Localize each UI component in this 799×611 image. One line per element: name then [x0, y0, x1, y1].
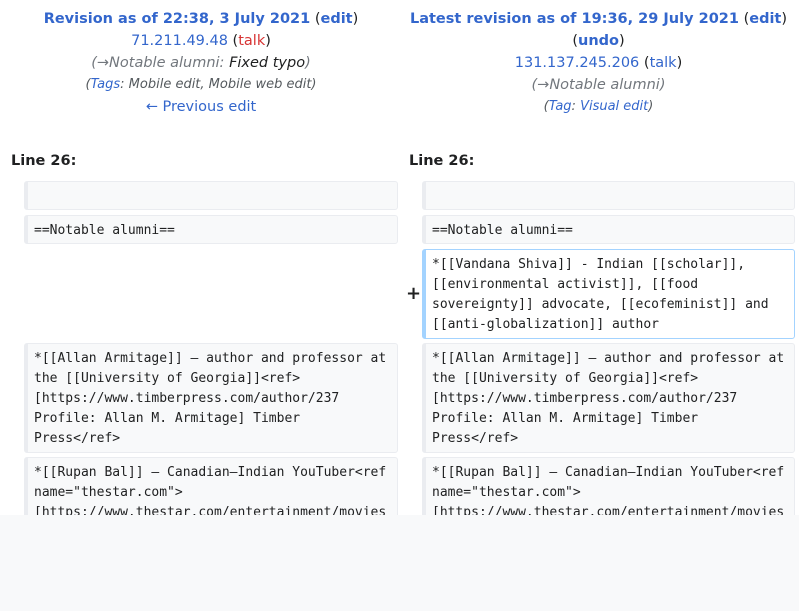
left-context-blank	[24, 181, 398, 210]
left-tags: (Tags: Mobile edit, Mobile web edit)	[85, 77, 317, 92]
left-summary-text: Fixed typo	[229, 55, 306, 71]
added-line-marker: +	[406, 283, 422, 304]
right-context-blank	[422, 181, 795, 210]
right-context-heading: ==Notable alumni==	[422, 215, 795, 244]
right-tags-link[interactable]: Tag	[549, 99, 572, 114]
right-user-link[interactable]: 131.137.245.206	[515, 55, 640, 71]
left-revision-header: Revision as of 22:38, 3 July 2021 (edit)…	[0, 8, 402, 118]
left-context-ball: *[[Rupan Bal]] – Canadian–Indian YouTube…	[24, 457, 398, 515]
left-edit-summary: (→Notable alumni: Fixed typo)	[91, 55, 311, 71]
right-talk-link[interactable]: talk	[650, 55, 677, 71]
left-edit-link[interactable]: edit	[321, 11, 353, 27]
right-edit-link[interactable]: edit	[749, 11, 781, 27]
right-tags: (Tag: Visual edit)	[543, 99, 654, 114]
right-tags-value[interactable]: Visual edit	[580, 99, 648, 114]
left-tags-value: Mobile edit, Mobile web edit	[128, 77, 312, 92]
left-line-number: Line 26:	[11, 153, 77, 169]
right-context-ball: *[[Rupan Bal]] – Canadian–Indian YouTube…	[422, 457, 795, 515]
undo-link[interactable]: undo	[578, 33, 619, 49]
previous-edit-link[interactable]: ← Previous edit	[146, 99, 257, 115]
left-revision-title[interactable]: Revision as of 22:38, 3 July 2021	[44, 11, 311, 27]
left-context-heading: ==Notable alumni==	[24, 215, 398, 244]
left-context-armitage: *[[Allan Armitage]] – author and profess…	[24, 343, 398, 453]
left-tags-link[interactable]: Tags	[91, 77, 121, 92]
right-context-armitage: *[[Allan Armitage]] – author and profess…	[422, 343, 795, 453]
right-revision-header: Latest revision as of 19:36, 29 July 202…	[398, 8, 799, 118]
right-edit-summary: (→Notable alumni)	[531, 77, 666, 93]
right-revision-title[interactable]: Latest revision as of 19:36, 29 July 202…	[410, 11, 739, 27]
left-summary-section-link[interactable]: →Notable alumni:	[97, 55, 225, 71]
diff-page: Revision as of 22:38, 3 July 2021 (edit)…	[0, 0, 799, 515]
left-talk-link[interactable]: talk	[238, 33, 265, 49]
left-user-link[interactable]: 71.211.49.48	[131, 33, 228, 49]
right-summary-section-link[interactable]: →Notable alumni	[537, 77, 660, 93]
right-line-number: Line 26:	[409, 153, 475, 169]
right-added-line: *[[Vandana Shiva]] - Indian [[scholar]],…	[422, 249, 795, 339]
